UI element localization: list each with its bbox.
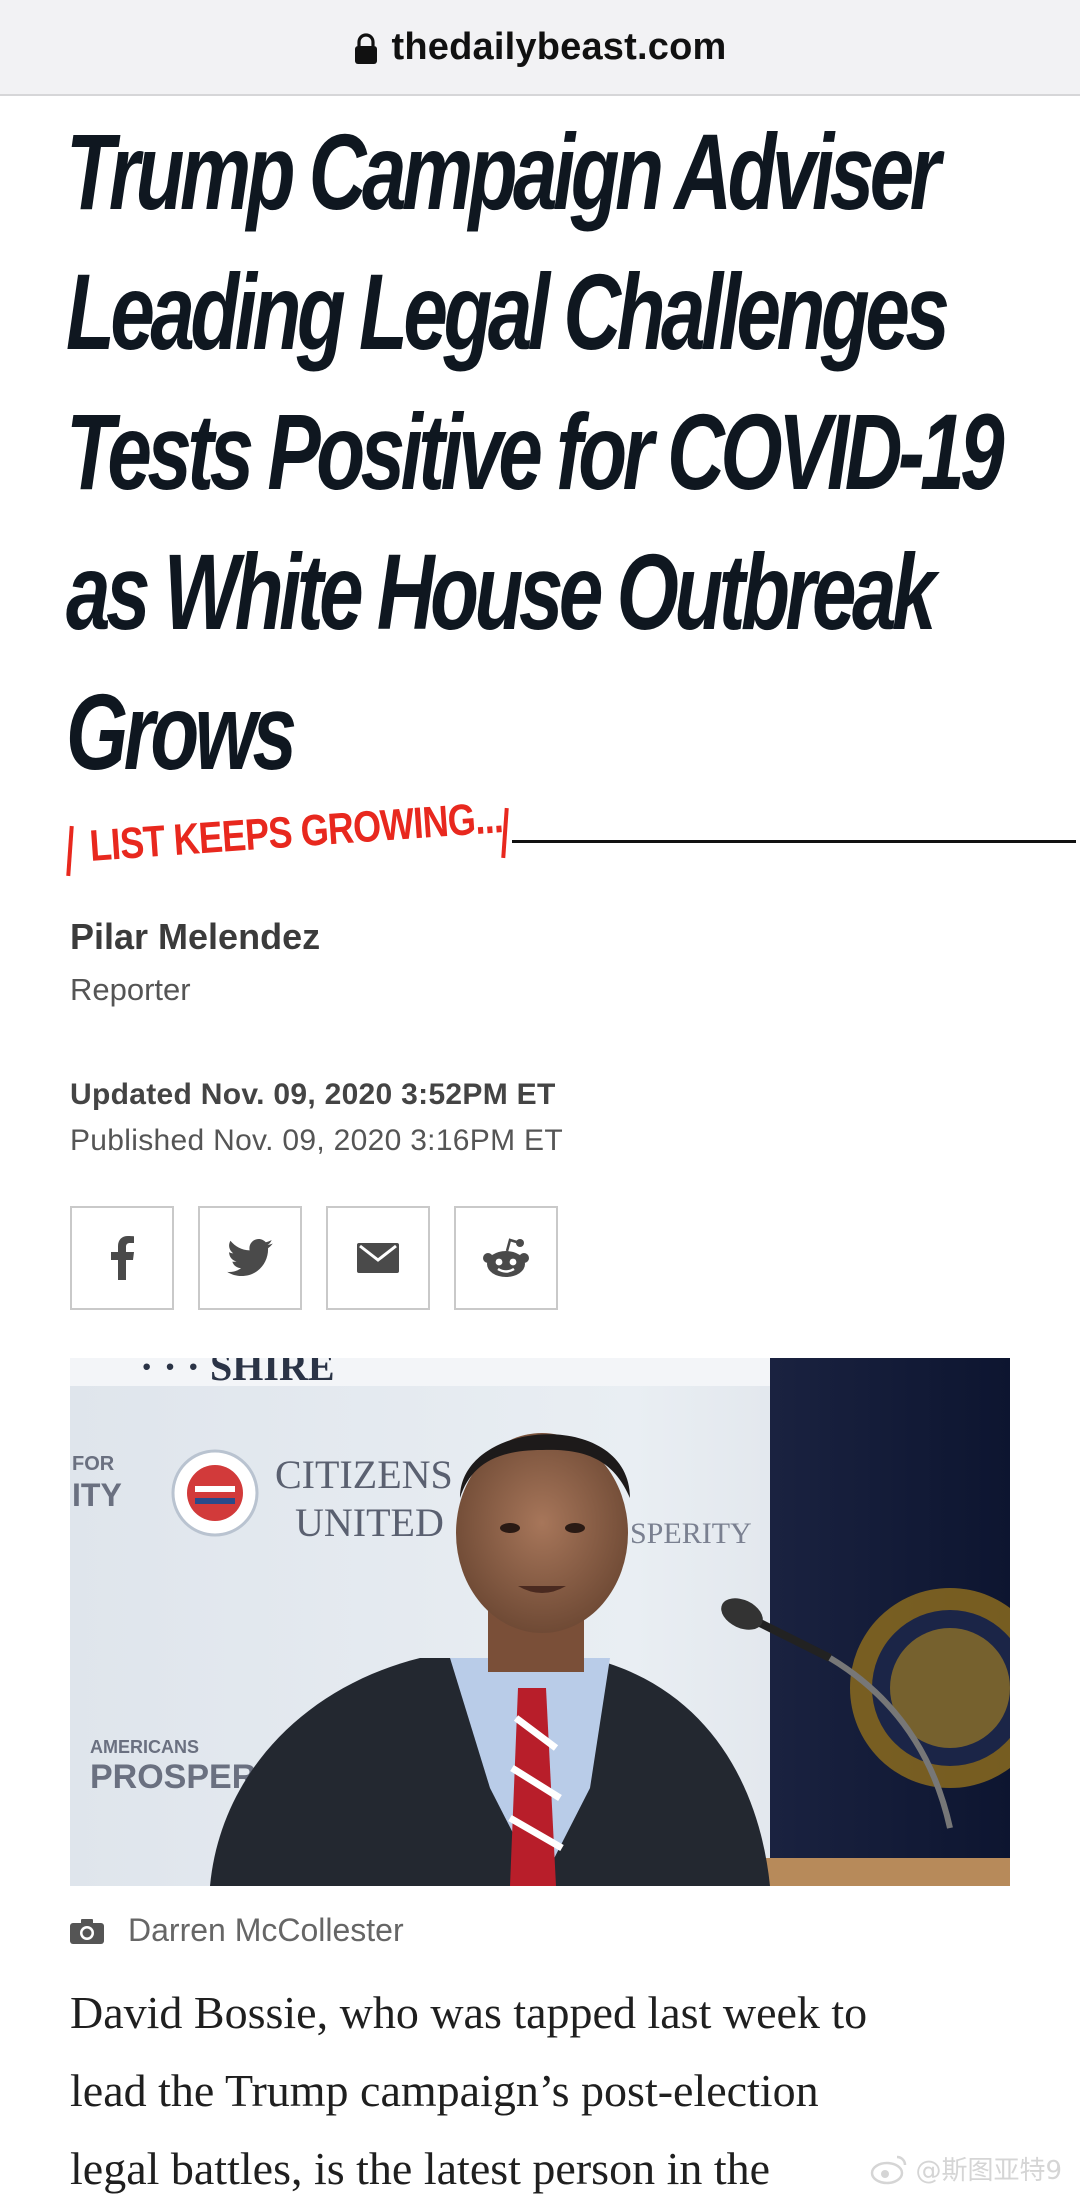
camera-icon — [70, 1918, 104, 1944]
svg-text:· · · SHIRE: · · · SHIRE — [140, 1358, 335, 1389]
share-email-button[interactable] — [326, 1206, 430, 1310]
headline-line: Tests Positive for COVID-19 — [66, 391, 1005, 512]
photo-credit: Darren McCollester — [128, 1912, 404, 1948]
backdrop-text: FOR — [72, 1453, 115, 1475]
updated-timestamp: Updated Nov. 09, 2020 3:52PM ET — [70, 1078, 556, 1111]
kicker-divider — [512, 840, 1076, 843]
body-line: lead the Trump campaign’s post-election — [70, 2065, 819, 2116]
backdrop-text: SPERITY — [630, 1517, 752, 1550]
kicker-text: LIST KEEPS GROWING... — [88, 793, 505, 871]
share-twitter-button[interactable] — [198, 1206, 302, 1310]
lock-icon — [354, 33, 377, 64]
watermark-text: @斯图亚特9 — [915, 2156, 1062, 2186]
twitter-icon — [227, 1239, 273, 1277]
weibo-watermark: @斯图亚特9 — [869, 2150, 1062, 2187]
share-buttons — [70, 1206, 558, 1310]
article-photo: · · · SHIRE CITIZENS UNITED AMERICANS PR… — [70, 1358, 1010, 1886]
email-icon — [357, 1243, 399, 1273]
body-line: legal battles, is the latest person in t… — [70, 2143, 771, 2194]
author-name[interactable]: Pilar Melendez — [70, 916, 320, 958]
share-reddit-button[interactable] — [454, 1206, 558, 1310]
backdrop-text: PROSPER — [90, 1758, 256, 1796]
facebook-icon — [111, 1236, 134, 1280]
article-kicker: LIST KEEPS GROWING... — [66, 793, 1076, 884]
share-facebook-button[interactable] — [70, 1206, 174, 1310]
url-domain: thedailybeast.com — [391, 25, 727, 68]
headline-line: Grows — [66, 671, 297, 792]
backdrop-text: CITIZENS — [275, 1452, 453, 1497]
headline-line: Leading Legal Challenges — [66, 251, 950, 372]
body-line: David Bossie, who was tapped last week t… — [70, 1987, 868, 2038]
photo-illustration: · · · SHIRE CITIZENS UNITED AMERICANS PR… — [70, 1358, 1010, 1886]
published-timestamp: Published Nov. 09, 2020 3:16PM ET — [70, 1124, 563, 1157]
article-headline: Trump Campaign Adviser Leading Legal Cha… — [66, 102, 1026, 802]
reddit-icon — [483, 1238, 529, 1277]
author-role: Reporter — [70, 972, 191, 1007]
browser-url-bar[interactable]: thedailybeast.com — [0, 0, 1080, 96]
kicker-bar — [66, 825, 74, 877]
backdrop-text: AMERICANS — [90, 1737, 199, 1757]
headline-line: Trump Campaign Adviser — [66, 111, 941, 232]
backdrop-text: UNITED — [295, 1500, 444, 1545]
weibo-icon — [871, 2155, 907, 2184]
photo-caption: Darren McCollester — [70, 1912, 404, 1949]
headline-line: as White House Outbreak — [66, 531, 936, 652]
backdrop-text: ITY — [72, 1477, 122, 1513]
